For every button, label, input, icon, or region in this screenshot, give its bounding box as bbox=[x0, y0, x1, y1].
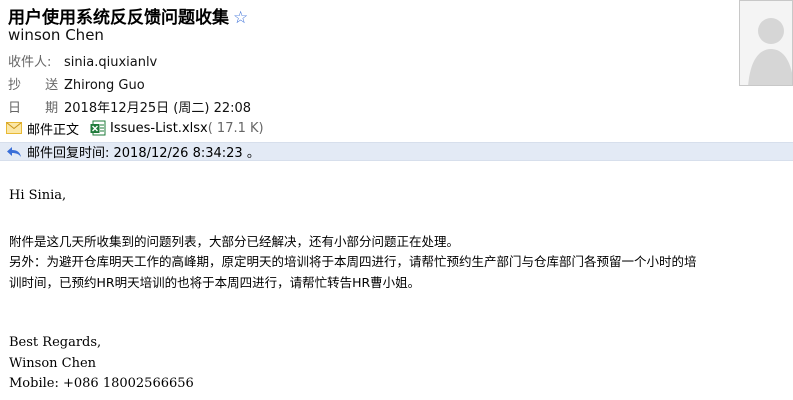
reply-arrow-icon bbox=[7, 146, 21, 157]
to-row: 收件人: sinia.qiuxianlv bbox=[8, 51, 157, 70]
body-paragraph-2-line-1: 另外：为避开仓库明天工作的高峰期，原定明天的培训将于本周四进行，请帮忙预约生产部… bbox=[9, 254, 697, 269]
signature-mobile: Mobile: +086 18002566656 bbox=[9, 376, 194, 391]
attachment-row: 邮件正文 Issues-List.xlsx ( 17.1 K) bbox=[6, 119, 264, 138]
subject-text: 用户使用系统反反馈问题收集 bbox=[8, 8, 229, 28]
date-label: 日 期: bbox=[8, 101, 83, 116]
cc-row: 抄 送: Zhirong Guo bbox=[8, 74, 145, 93]
star-icon[interactable]: ☆ bbox=[233, 8, 248, 28]
body-paragraph-2-line-2: 训时间，已预约HR明天培训的也将于本周四进行，请帮忙转告HR曹小姐。 bbox=[9, 275, 421, 290]
body-paragraph-1: 附件是这几天所收集到的问题列表，大部分已经解决，还有小部分问题正在处理。 bbox=[9, 234, 460, 249]
attachment-filename[interactable]: Issues-List.xlsx bbox=[110, 121, 208, 136]
attachment-size: ( 17.1 K) bbox=[207, 120, 264, 136]
avatar-placeholder-icon bbox=[740, 1, 792, 85]
reply-time-bar: 邮件回复时间: 2018/12/26 8:34:23 。 bbox=[0, 142, 793, 161]
cc-value[interactable]: Zhirong Guo bbox=[64, 78, 145, 93]
email-body: Hi Sinia, 附件是这几天所收集到的问题列表，大部分已经解决，还有小部分问… bbox=[0, 162, 793, 400]
date-row: 日 期: 2018年12月25日 (周二) 22:08 bbox=[8, 97, 251, 116]
avatar[interactable] bbox=[739, 0, 793, 86]
envelope-icon bbox=[6, 122, 22, 134]
date-value: 2018年12月25日 (周二) 22:08 bbox=[64, 101, 252, 116]
reply-time-text: 邮件回复时间: 2018/12/26 8:34:23 。 bbox=[27, 146, 260, 161]
greeting: Hi Sinia, bbox=[9, 188, 67, 203]
email-header: 用户使用系统反反馈问题收集 ☆ winson Chen 收件人: sinia.qi… bbox=[0, 0, 793, 142]
excel-file-icon[interactable] bbox=[90, 120, 106, 136]
to-label: 收件人: bbox=[8, 55, 52, 70]
to-value[interactable]: sinia.qiuxianlv bbox=[64, 55, 157, 70]
email-subject: 用户使用系统反反馈问题收集 ☆ bbox=[8, 3, 248, 28]
closing: Best Regards, bbox=[9, 335, 102, 350]
sender-name[interactable]: winson Chen bbox=[8, 26, 104, 44]
cc-label: 抄 送: bbox=[8, 78, 83, 93]
signature-name: Winson Chen bbox=[9, 356, 97, 371]
attachment-section-label: 邮件正文 bbox=[27, 122, 80, 138]
